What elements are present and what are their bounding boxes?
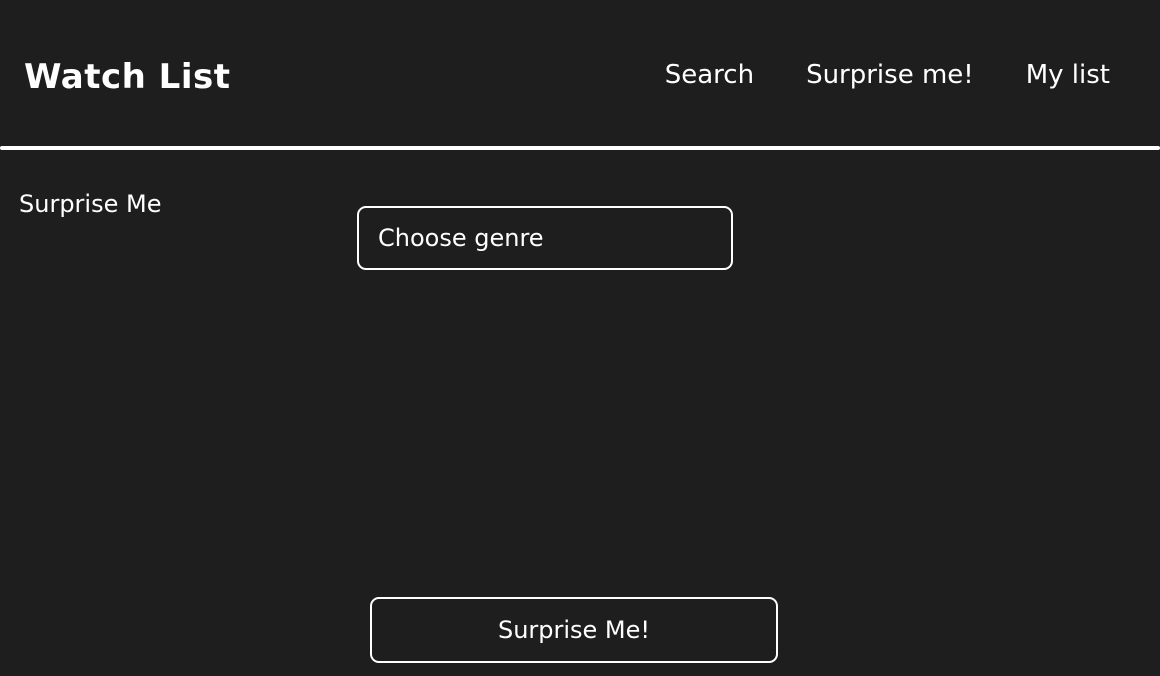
nav-link-my-list[interactable]: My list xyxy=(1026,62,1110,88)
surprise-me-button[interactable]: Surprise Me! xyxy=(370,597,778,663)
page-title: Surprise Me xyxy=(19,190,162,218)
app-title: Watch List xyxy=(24,57,231,97)
genre-select-placeholder: Choose genre xyxy=(378,224,544,252)
app-header: Watch List Search Surprise me! My list xyxy=(0,0,1160,146)
header-divider xyxy=(0,146,1160,150)
nav-link-search[interactable]: Search xyxy=(665,62,754,88)
main-nav: Search Surprise me! My list xyxy=(665,62,1110,88)
genre-select[interactable]: Choose genre xyxy=(357,206,733,270)
nav-link-surprise-me[interactable]: Surprise me! xyxy=(806,62,974,88)
